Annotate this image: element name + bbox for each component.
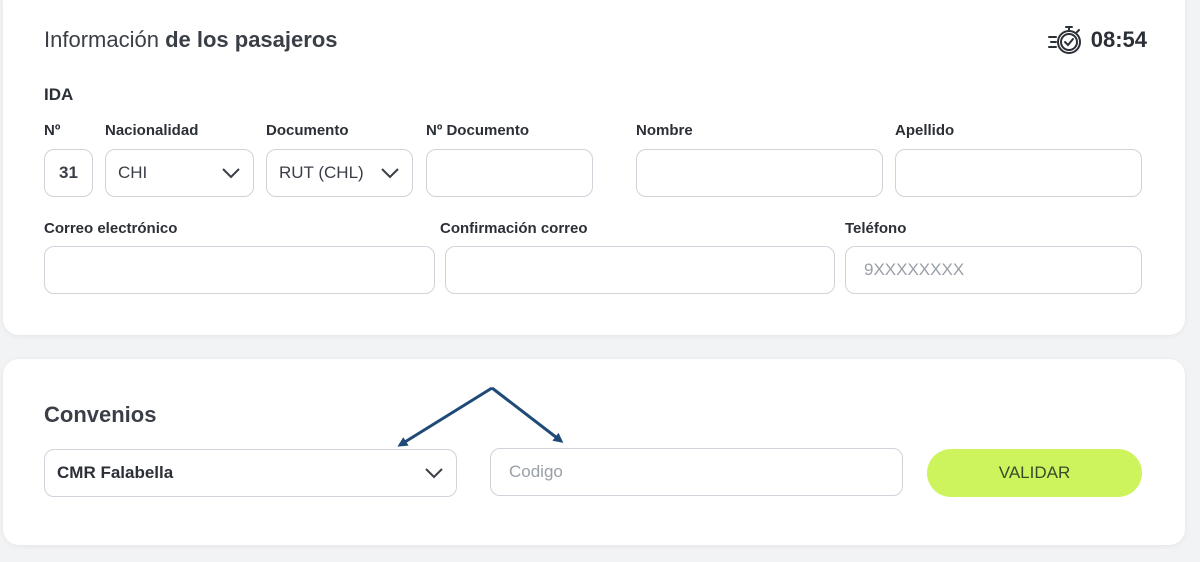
agreements-card: Convenios CMR Falabella Codigo VALIDAR [3, 359, 1185, 545]
session-timer: 08:54 [1047, 23, 1147, 57]
passenger-number-field: 31 [44, 149, 93, 197]
timer-value: 08:54 [1090, 27, 1147, 52]
nationality-select[interactable]: CHI [105, 149, 254, 197]
validate-button[interactable]: VALIDAR [927, 449, 1142, 497]
email-confirm-label: Confirmación correo [440, 220, 588, 237]
trip-direction-label: IDA [44, 85, 74, 104]
title-bold: de los pasajeros [165, 27, 338, 52]
passenger-info-card: Información de los pasajeros 08:54 IDA N… [3, 0, 1185, 335]
agreement-select[interactable]: CMR Falabella [44, 449, 457, 497]
phone-placeholder: 9XXXXXXXX [864, 260, 965, 279]
nationality-value: CHI [118, 163, 148, 182]
code-placeholder: Codigo [509, 462, 563, 481]
document-type-select[interactable]: RUT (CHL) [266, 149, 413, 197]
passenger-number-value: 31 [59, 163, 78, 182]
chevron-down-icon [425, 468, 443, 479]
document-number-input[interactable] [426, 149, 593, 197]
document-label: Documento [266, 122, 349, 139]
email-label: Correo electrónico [44, 220, 178, 237]
number-label: Nº [44, 122, 61, 139]
last-name-input[interactable] [895, 149, 1142, 197]
phone-label: Teléfono [845, 220, 907, 237]
title-light: Información [44, 27, 159, 52]
email-confirm-input[interactable] [445, 246, 835, 294]
agreement-value: CMR Falabella [57, 463, 174, 482]
phone-input[interactable]: 9XXXXXXXX [845, 246, 1142, 294]
last-name-label: Apellido [895, 122, 955, 139]
stopwatch-icon [1047, 23, 1085, 57]
chevron-down-icon [381, 168, 399, 179]
first-name-label: Nombre [636, 122, 693, 139]
agreements-title: Convenios [44, 402, 157, 427]
email-input[interactable] [44, 246, 435, 294]
agreement-code-input[interactable]: Codigo [490, 448, 903, 496]
document-number-label: Nº Documento [426, 122, 529, 139]
section-title: Información de los pasajeros [44, 27, 338, 53]
document-type-value: RUT (CHL) [279, 163, 364, 182]
first-name-input[interactable] [636, 149, 883, 197]
chevron-down-icon [222, 168, 240, 179]
nationality-label: Nacionalidad [105, 122, 199, 139]
